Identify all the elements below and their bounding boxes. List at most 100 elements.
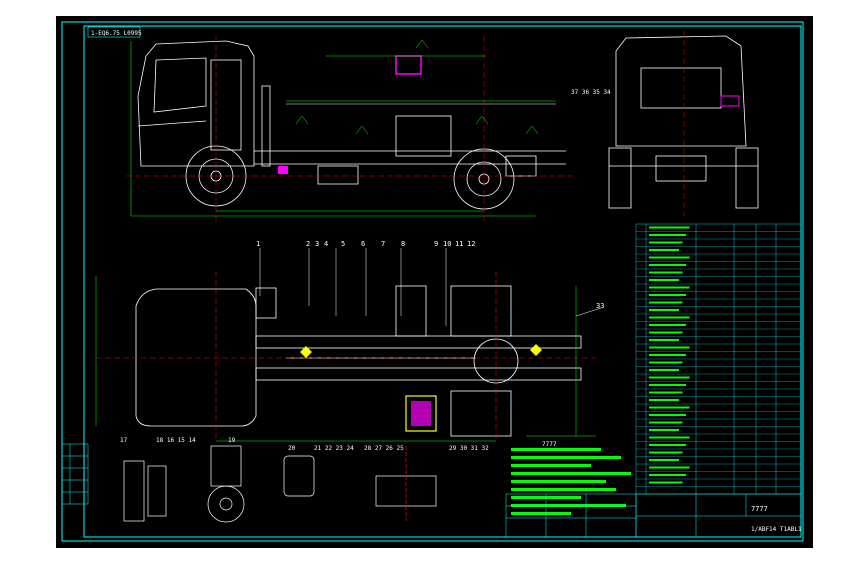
rear-axle-housing bbox=[655, 155, 707, 182]
parts-row-text bbox=[649, 361, 683, 364]
parts-row-text bbox=[649, 226, 690, 229]
parts-row-text bbox=[649, 429, 679, 431]
cab-door bbox=[210, 59, 242, 151]
parts-row-text bbox=[649, 241, 683, 244]
side-view-highlights bbox=[126, 36, 576, 221]
callout-8: 8 bbox=[401, 240, 405, 248]
parts-row-text bbox=[649, 256, 690, 259]
callout-4: 4 bbox=[324, 240, 328, 248]
detail-views bbox=[123, 445, 437, 523]
callout-11: 11 bbox=[455, 240, 463, 248]
outer-frame bbox=[61, 21, 804, 542]
parts-row-text bbox=[649, 339, 679, 341]
callout-7: 7 bbox=[381, 240, 385, 248]
rear-wheel-left bbox=[608, 147, 632, 209]
parts-row-text bbox=[649, 331, 683, 334]
title-block-main-title: 7777 bbox=[751, 505, 768, 513]
parts-row-text bbox=[649, 369, 679, 371]
callout-3: 3 bbox=[315, 240, 319, 248]
parts-row-text bbox=[649, 421, 683, 424]
callout-12: 12 bbox=[467, 240, 475, 248]
detail-label-29: 29 30 31 32 bbox=[449, 445, 489, 452]
magenta-assembly bbox=[411, 401, 431, 426]
callout-5: 5 bbox=[341, 240, 345, 248]
rear-window bbox=[640, 67, 722, 109]
magenta-part-cab bbox=[278, 166, 288, 174]
top-front-bracket bbox=[255, 287, 277, 319]
callout-9: 9 bbox=[434, 240, 438, 248]
rear-wheel-right bbox=[735, 147, 759, 209]
callout-2: 2 bbox=[306, 240, 310, 248]
inner-frame bbox=[83, 25, 802, 538]
bottom-dim-label: 7777 bbox=[542, 441, 557, 448]
detail-label-21: 21 22 23 24 bbox=[314, 445, 354, 452]
title-block-drawing-number: 1/ABF14 T1ABL1 bbox=[751, 526, 802, 533]
detail-18-wheel bbox=[207, 485, 245, 523]
detail-17-part bbox=[123, 460, 145, 522]
yellow-markers bbox=[300, 344, 542, 358]
rear-magenta-part bbox=[720, 95, 740, 107]
parts-row-text bbox=[649, 309, 679, 311]
parts-row-text bbox=[649, 354, 686, 356]
callout-6: 6 bbox=[361, 240, 365, 248]
rear-cab-outline bbox=[615, 35, 747, 147]
top-frame-rail-lower bbox=[255, 367, 582, 381]
parts-row-text bbox=[649, 294, 686, 296]
parts-row-text bbox=[649, 316, 690, 319]
detail-label-20: 20 bbox=[288, 445, 296, 452]
parts-row-text bbox=[649, 271, 683, 274]
cab-window bbox=[153, 57, 207, 113]
parts-row-text bbox=[649, 286, 690, 289]
top-callouts bbox=[259, 248, 447, 326]
technical-notes bbox=[511, 448, 631, 515]
top-cab-outline bbox=[135, 288, 257, 427]
rear-component bbox=[505, 155, 537, 177]
side-view bbox=[137, 40, 566, 210]
parts-row-text bbox=[649, 444, 686, 446]
exhaust-stack bbox=[261, 85, 271, 167]
parts-row-text bbox=[649, 384, 686, 386]
top-fuel-tank bbox=[395, 285, 427, 337]
parts-row-text bbox=[649, 279, 679, 281]
detail-label-17: 17 bbox=[120, 437, 128, 444]
parts-row-text bbox=[649, 264, 686, 266]
detail-17-part-b bbox=[147, 465, 167, 517]
callout-1: 1 bbox=[256, 240, 260, 248]
detail-label-18: 18 16 15 14 bbox=[156, 437, 196, 444]
parts-row-text bbox=[649, 234, 686, 236]
magenta-part-top bbox=[395, 55, 422, 75]
parts-row-text bbox=[649, 406, 690, 409]
parts-row-text bbox=[649, 391, 683, 394]
parts-row-text bbox=[649, 249, 679, 251]
parts-row-text bbox=[649, 481, 683, 484]
fuel-tank bbox=[395, 115, 452, 157]
callout-33: 33 bbox=[596, 302, 604, 310]
parts-row-text bbox=[649, 346, 690, 349]
parts-row-text bbox=[649, 459, 679, 461]
detail-18-bracket bbox=[210, 445, 242, 487]
cad-drawing: 1-EQ6.75 L0995 37 36 35 34 7777 1 2 3 4 … bbox=[61, 21, 804, 542]
top-view bbox=[135, 285, 582, 437]
callout-10: 10 bbox=[443, 240, 451, 248]
parts-row-text bbox=[649, 466, 690, 469]
roughness-symbols bbox=[295, 39, 539, 135]
drawing-canvas: 1-EQ6.75 L0995 37 36 35 34 7777 1 2 3 4 … bbox=[56, 16, 813, 548]
top-view-highlights bbox=[300, 344, 542, 432]
detail-label-19: 19 bbox=[228, 437, 236, 444]
detail-18-hub bbox=[219, 497, 233, 511]
detail-20-part bbox=[283, 455, 315, 497]
parts-row-text bbox=[649, 451, 683, 454]
battery-box bbox=[317, 165, 359, 185]
parts-row-text bbox=[649, 324, 686, 326]
top-tool-box bbox=[450, 390, 512, 437]
detail-label-28: 28 27 26 25 bbox=[364, 445, 404, 452]
parts-row-text bbox=[649, 474, 686, 476]
corner-label: 1-EQ6.75 L0995 bbox=[91, 30, 142, 37]
parts-row-text bbox=[649, 376, 690, 379]
parts-row-text bbox=[649, 414, 686, 416]
top-battery bbox=[450, 285, 512, 337]
parts-row-text bbox=[649, 301, 683, 304]
parts-list-rows bbox=[636, 226, 801, 487]
cad-viewport: 1-EQ6.75 L0995 37 36 35 34 7777 1 2 3 4 … bbox=[0, 0, 867, 562]
cab-line bbox=[137, 120, 207, 127]
